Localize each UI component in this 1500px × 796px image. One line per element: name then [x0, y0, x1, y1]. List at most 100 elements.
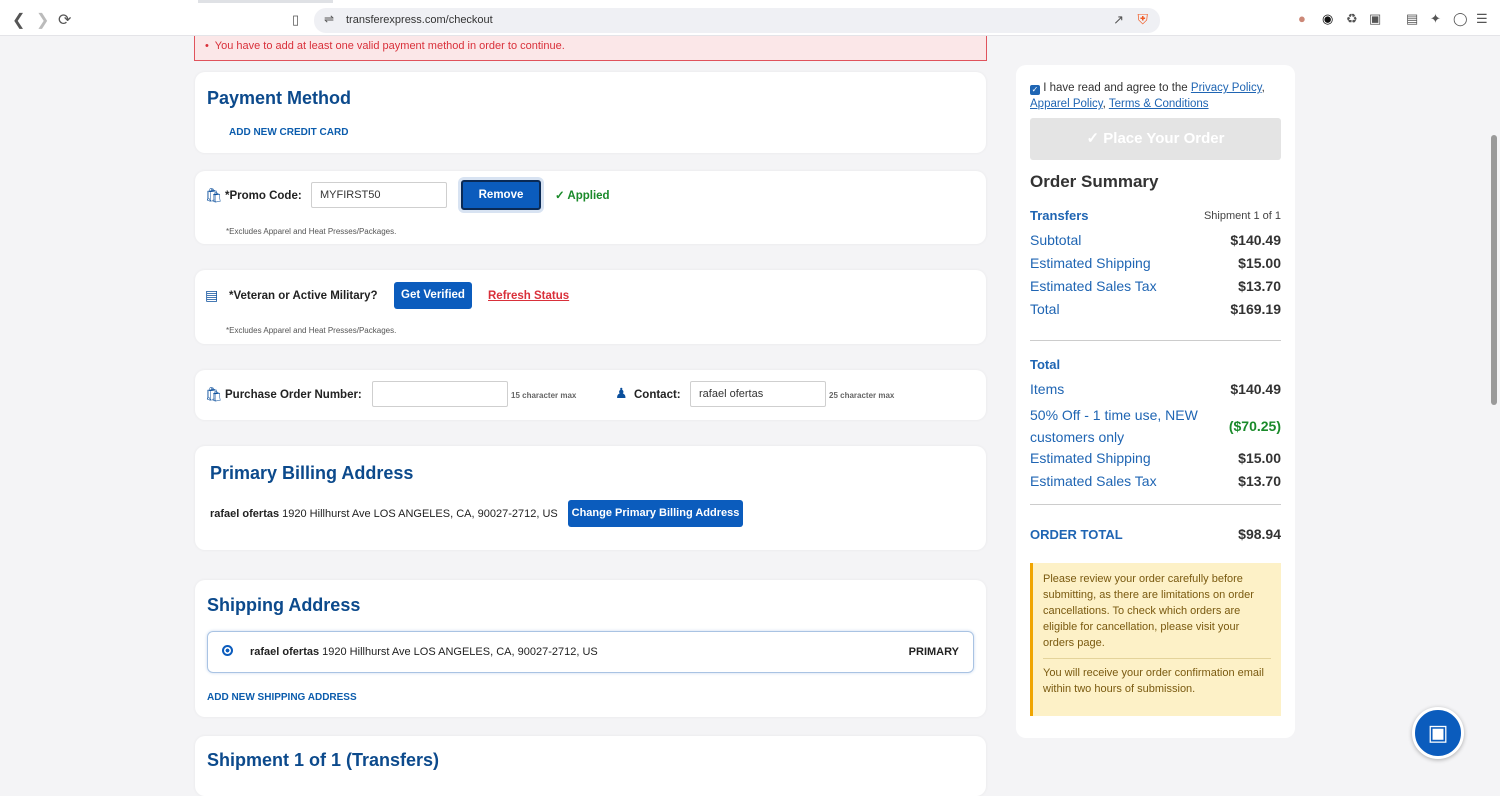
military-note: *Excludes Apparel and Heat Presses/Packa…	[226, 326, 397, 335]
est-tax-value: $13.70	[1238, 473, 1281, 489]
billing-address: rafael ofertas 1920 Hillhurst Ave LOS AN…	[210, 508, 558, 520]
leo-ai-icon[interactable]: ✦	[1430, 11, 1441, 27]
promo-code-card: 🛍 *Promo Code: MYFIRST50 Remove ✓ Applie…	[195, 171, 986, 244]
shipping-street: 1920 Hillhurst Ave LOS ANGELES, CA, 9002…	[322, 646, 598, 658]
url-text: transferexpress.com/checkout	[346, 14, 493, 26]
agree-text: I have read and agree to the	[1043, 82, 1188, 94]
order-total-label: ORDER TOTAL	[1030, 526, 1123, 542]
contact-input[interactable]: rafael ofertas	[690, 381, 826, 407]
add-shipping-address-link[interactable]: ADD NEW SHIPPING ADDRESS	[207, 692, 357, 703]
contact-hint: 25 character max	[829, 391, 895, 400]
items-label: Items	[1030, 381, 1065, 397]
subtotal-label: Subtotal	[1030, 232, 1082, 248]
transfers-label: Transfers	[1030, 208, 1089, 223]
extension-w-icon[interactable]: ◉	[1322, 11, 1333, 27]
billing-title: Primary Billing Address	[210, 463, 414, 483]
add-credit-card-link[interactable]: ADD NEW CREDIT CARD	[229, 127, 348, 138]
payment-error-alert: • You have to add at least one valid pay…	[194, 36, 987, 61]
id-card-icon: ▤	[205, 287, 219, 303]
applied-text: Applied	[567, 190, 610, 202]
shipping-value: $15.00	[1238, 255, 1281, 271]
est-shipping-value: $15.00	[1238, 450, 1281, 466]
error-text: You have to add at least one valid payme…	[214, 40, 565, 52]
chatbot-button[interactable]: ▣	[1412, 707, 1464, 759]
divider	[1030, 340, 1281, 341]
divider	[1030, 504, 1281, 505]
po-hint: 15 character max	[511, 391, 577, 400]
apparel-policy-link[interactable]: Apparel Policy	[1030, 98, 1103, 110]
discount-value: ($70.25)	[1228, 418, 1281, 434]
shipment-title: Shipment 1 of 1 (Transfers)	[207, 750, 440, 770]
shipping-address: rafael ofertas 1920 Hillhurst Ave LOS AN…	[250, 646, 598, 658]
vpn-icon[interactable]: ◯	[1453, 11, 1468, 27]
menu-icon[interactable]: ☰	[1476, 11, 1488, 27]
bookmark-icon[interactable]: ▯	[292, 12, 299, 28]
notice-confirmation: You will receive your order confirmation…	[1043, 658, 1271, 697]
billing-name: rafael ofertas	[210, 508, 280, 520]
address-bar[interactable]: ⇌ transferexpress.com/checkout ↗ ⛨	[314, 8, 1160, 33]
promo-code-input[interactable]: MYFIRST50	[311, 182, 447, 208]
place-order-label: Place Your Order	[1103, 130, 1225, 147]
bag-icon: 🛍	[205, 386, 223, 402]
total-label: Total	[1030, 301, 1060, 317]
shipment-count: Shipment 1 of 1	[1203, 209, 1281, 222]
est-shipping-label: Estimated Shipping	[1030, 450, 1151, 466]
subtotal-value: $140.49	[1230, 232, 1281, 248]
po-number-input[interactable]	[372, 381, 508, 407]
back-icon[interactable]: ❮	[12, 10, 25, 30]
site-settings-icon[interactable]: ⇌	[324, 12, 334, 26]
promo-applied-status: ✓ Applied	[555, 190, 610, 202]
brave-shield-icon[interactable]: ⛨	[1138, 11, 1149, 28]
terms-link[interactable]: Terms & Conditions	[1109, 98, 1209, 110]
billing-street: 1920 Hillhurst Ave LOS ANGELES, CA, 9002…	[282, 508, 558, 520]
get-verified-button[interactable]: Get Verified	[394, 282, 472, 309]
promo-note: *Excludes Apparel and Heat Presses/Packa…	[226, 227, 397, 236]
po-label: Purchase Order Number:	[225, 389, 362, 401]
notice-cancellation: Please review your order carefully befor…	[1043, 573, 1254, 649]
privacy-policy-link[interactable]: Privacy Policy	[1191, 82, 1262, 94]
scrollbar[interactable]	[1490, 40, 1498, 775]
est-tax-label: Estimated Sales Tax	[1030, 473, 1157, 489]
discount-label: 50% Off - 1 time use, NEW customers only	[1030, 407, 1198, 445]
items-value: $140.49	[1230, 381, 1281, 397]
order-summary-panel: ✓ I have read and agree to the Privacy P…	[1016, 65, 1295, 738]
primary-badge: PRIMARY	[908, 646, 959, 658]
shipping-title: Shipping Address	[207, 595, 361, 615]
reload-icon[interactable]: ⟳	[58, 10, 71, 30]
military-label: *Veteran or Active Military?	[229, 290, 378, 302]
promo-code-label: *Promo Code:	[225, 190, 302, 202]
person-icon: ♟	[615, 385, 628, 401]
payment-method-title: Payment Method	[207, 88, 352, 108]
extensions-icon[interactable]: ♻	[1346, 11, 1358, 27]
robot-icon: ▣	[1427, 720, 1449, 745]
payment-method-card: Payment Method ADD NEW CREDIT CARD	[195, 72, 986, 153]
shipping-name: rafael ofertas	[250, 646, 320, 658]
shipping-address-card: Shipping Address rafael ofertas 1920 Hil…	[195, 580, 986, 717]
agree-checkbox[interactable]: ✓	[1030, 85, 1040, 95]
total-heading: Total	[1030, 357, 1061, 372]
browser-toolbar: ❮ ❯ ⟳ ▯ ⇌ transferexpress.com/checkout ↗…	[0, 0, 1500, 36]
shipping-label: Estimated Shipping	[1030, 255, 1151, 271]
shipment-card: Shipment 1 of 1 (Transfers)	[195, 736, 986, 796]
place-order-button[interactable]: ✓ Place Your Order	[1030, 118, 1281, 160]
wallet-icon[interactable]: ▤	[1406, 11, 1418, 27]
purchase-order-card: 🛍 Purchase Order Number: 15 character ma…	[195, 370, 986, 420]
shipping-address-option[interactable]: rafael ofertas 1920 Hillhurst Ave LOS AN…	[207, 631, 974, 673]
active-tab[interactable]	[198, 0, 333, 3]
change-billing-button[interactable]: Change Primary Billing Address	[568, 500, 743, 527]
scrollbar-thumb[interactable]	[1491, 135, 1497, 405]
tax-value: $13.70	[1238, 278, 1281, 294]
tax-label: Estimated Sales Tax	[1030, 278, 1157, 294]
order-total-value: $98.94	[1238, 526, 1281, 542]
military-card: ▤ *Veteran or Active Military? Get Verif…	[195, 270, 986, 344]
total-value: $169.19	[1230, 301, 1281, 317]
sidebar-icon[interactable]: ▣	[1369, 11, 1381, 27]
shipping-radio[interactable]	[222, 645, 233, 656]
share-icon[interactable]: ↗	[1113, 12, 1124, 28]
extension-icon[interactable]: ●	[1298, 11, 1306, 26]
bag-icon: 🛍	[205, 187, 223, 203]
billing-address-card: Primary Billing Address rafael ofertas 1…	[195, 446, 986, 550]
refresh-status-link[interactable]: Refresh Status	[488, 290, 569, 302]
remove-promo-button[interactable]: Remove	[461, 180, 541, 210]
forward-icon[interactable]: ❯	[36, 10, 49, 30]
